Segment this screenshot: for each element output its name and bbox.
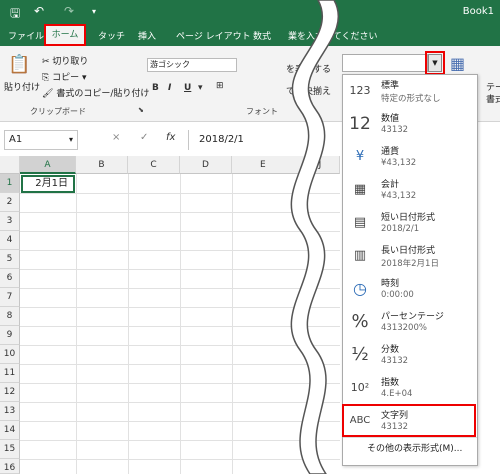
format-time[interactable]: ◷ 時刻 0:00:00 — [343, 273, 477, 306]
text-format-highlight — [342, 404, 476, 437]
percent-icon: % — [351, 311, 369, 332]
menu-divider — [343, 437, 477, 438]
format-scientific[interactable]: 10² 指数 4.E+04 — [343, 372, 477, 405]
format-general[interactable]: 123 標準 特定の形式なし — [343, 75, 477, 108]
number-icon: 12 — [349, 114, 371, 134]
scientific-icon: 10² — [350, 381, 370, 394]
general-icon: 123 — [349, 84, 371, 97]
format-number[interactable]: 12 数値 43132 — [343, 108, 477, 141]
accounting-icon: ▦ — [353, 182, 367, 197]
long-date-icon: ▥ — [353, 248, 367, 263]
format-percentage[interactable]: % パーセンテージ 4313200% — [343, 306, 477, 339]
more-number-formats-link[interactable]: その他の表示形式(M)... — [367, 441, 462, 454]
short-date-icon: ▤ — [353, 215, 367, 230]
clock-icon: ◷ — [353, 279, 367, 298]
format-accounting[interactable]: ▦ 会計 ¥43,132 — [343, 174, 477, 207]
format-currency[interactable]: ¥ 通貨 ¥43,132 — [343, 141, 477, 174]
format-fraction[interactable]: ½ 分数 43132 — [343, 339, 477, 372]
format-long-date[interactable]: ▥ 長い日付形式 2018年2月1日 — [343, 240, 477, 273]
currency-icon: ¥ — [355, 149, 365, 164]
format-short-date[interactable]: ▤ 短い日付形式 2018/2/1 — [343, 207, 477, 240]
fraction-icon: ½ — [351, 344, 369, 365]
